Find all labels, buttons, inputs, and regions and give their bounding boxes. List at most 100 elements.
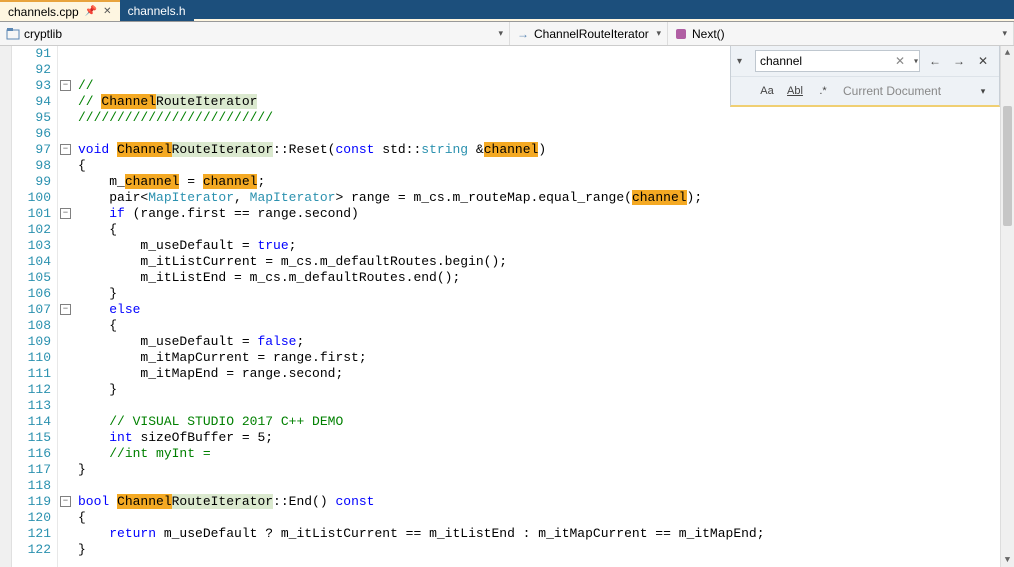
tab-active[interactable]: channels.cpp 📌 ✕ [0,0,120,21]
line-number: 95 [12,110,51,126]
line-number: 92 [12,62,51,78]
find-next-button[interactable]: → [949,51,969,71]
code-line[interactable] [74,126,1000,142]
scope-project-label: cryptlib [24,27,62,41]
line-number-gutter: 9192939495969798991001011021031041051061… [12,46,58,567]
code-line[interactable]: { [74,158,1000,174]
code-line[interactable]: { [74,318,1000,334]
line-number: 93 [12,78,51,94]
fold-toggle[interactable]: − [60,144,71,155]
tab-inactive[interactable]: channels.h [120,0,194,21]
scope-project-dropdown[interactable]: cryptlib ▾ [0,22,510,45]
code-line[interactable]: m_itListEnd = m_cs.m_defaultRoutes.end()… [74,270,1000,286]
tab-bar-empty [194,0,1014,21]
match-case-toggle[interactable]: Aa [755,81,779,101]
chevron-down-icon: ▾ [1002,28,1007,39]
chevron-down-icon[interactable]: ▾ [973,81,993,101]
scope-nav-bar: cryptlib ▾ → ChannelRouteIterator ▾ Next… [0,22,1014,46]
scope-class-label: ChannelRouteIterator [534,27,649,41]
tab-label: channels.cpp [8,5,79,19]
regex-toggle[interactable]: .* [811,81,835,101]
scope-member-dropdown[interactable]: Next() ▾ [668,22,1014,45]
code-line[interactable]: else [74,302,1000,318]
fold-toggle[interactable]: − [60,208,71,219]
line-number: 116 [12,446,51,462]
code-line[interactable]: } [74,542,1000,558]
code-line[interactable]: // VISUAL STUDIO 2017 C++ DEMO [74,414,1000,430]
line-number: 122 [12,542,51,558]
scroll-up-icon[interactable]: ▲ [1001,46,1014,60]
line-number: 102 [12,222,51,238]
line-number: 104 [12,254,51,270]
line-number: 118 [12,478,51,494]
line-number: 113 [12,398,51,414]
code-line[interactable]: //int myInt = [74,446,1000,462]
code-line[interactable]: m_itListCurrent = m_cs.m_defaultRoutes.b… [74,254,1000,270]
line-number: 96 [12,126,51,142]
chevron-down-icon: ▾ [498,28,503,39]
scroll-down-icon[interactable]: ▼ [1001,553,1014,567]
fold-toggle[interactable]: − [60,496,71,507]
scope-member-label: Next() [692,27,725,41]
line-number: 112 [12,382,51,398]
code-line[interactable]: } [74,382,1000,398]
code-area[interactable]: //// ChannelRouteIterator///////////////… [74,46,1000,567]
line-number: 94 [12,94,51,110]
method-icon [674,27,688,41]
code-line[interactable]: } [74,286,1000,302]
scrollbar-thumb[interactable] [1003,106,1012,226]
code-line[interactable]: m_useDefault = true; [74,238,1000,254]
find-panel: ▾ ✕ ▾ ← → ✕ Aa Abl .* Current Document ▾ [730,46,1000,107]
code-line[interactable]: m_useDefault = false; [74,334,1000,350]
line-number: 114 [12,414,51,430]
line-number: 103 [12,238,51,254]
line-number: 109 [12,334,51,350]
line-number: 115 [12,430,51,446]
code-line[interactable]: m_channel = channel; [74,174,1000,190]
code-line[interactable]: if (range.first == range.second) [74,206,1000,222]
line-number: 108 [12,318,51,334]
code-line[interactable]: ///////////////////////// [74,110,1000,126]
line-number: 91 [12,46,51,62]
line-number: 99 [12,174,51,190]
code-line[interactable] [74,398,1000,414]
code-line[interactable]: void ChannelRouteIterator::Reset(const s… [74,142,1000,158]
match-word-toggle[interactable]: Abl [783,81,807,101]
vertical-scrollbar[interactable]: ▲ ▼ [1000,46,1014,567]
code-line[interactable]: { [74,222,1000,238]
tab-bar: channels.cpp 📌 ✕ channels.h [0,0,1014,22]
line-number: 110 [12,350,51,366]
find-prev-button[interactable]: ← [925,51,945,71]
fold-toggle[interactable]: − [60,304,71,315]
fold-toggle[interactable]: − [60,80,71,91]
project-icon [6,27,20,41]
find-expand-toggle[interactable]: ▾ [737,56,751,67]
close-icon[interactable]: ✕ [103,6,111,17]
clear-icon[interactable]: ✕ [895,54,905,68]
tab-label: channels.h [128,4,186,18]
code-line[interactable]: return m_useDefault ? m_itListCurrent ==… [74,526,1000,542]
line-number: 111 [12,366,51,382]
find-scope-dropdown[interactable]: Current Document [839,82,969,100]
code-line[interactable]: m_itMapCurrent = range.first; [74,350,1000,366]
line-number: 120 [12,510,51,526]
line-number: 101 [12,206,51,222]
line-number: 100 [12,190,51,206]
code-line[interactable] [74,478,1000,494]
line-number: 107 [12,302,51,318]
class-arrow-icon: → [516,27,530,41]
code-line[interactable]: } [74,462,1000,478]
code-line[interactable]: bool ChannelRouteIterator::End() const [74,494,1000,510]
line-number: 119 [12,494,51,510]
chevron-down-icon[interactable]: ▾ [914,57,918,66]
find-scope-label: Current Document [843,84,941,98]
pin-icon[interactable]: 📌 [85,6,97,17]
code-line[interactable]: { [74,510,1000,526]
line-number: 97 [12,142,51,158]
line-number: 105 [12,270,51,286]
code-line[interactable]: int sizeOfBuffer = 5; [74,430,1000,446]
code-line[interactable]: m_itMapEnd = range.second; [74,366,1000,382]
code-line[interactable]: pair<MapIterator, MapIterator> range = m… [74,190,1000,206]
find-close-button[interactable]: ✕ [973,51,993,71]
scope-class-dropdown[interactable]: → ChannelRouteIterator ▾ [510,22,668,45]
